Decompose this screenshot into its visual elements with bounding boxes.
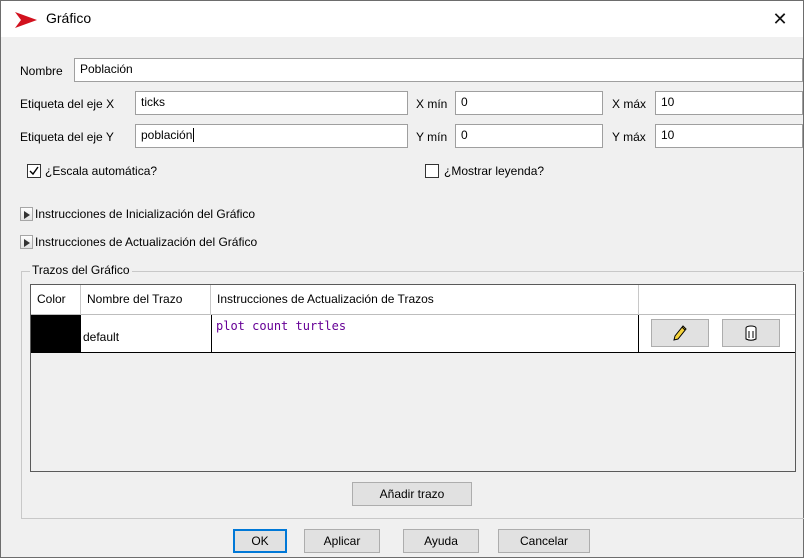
cancel-button[interactable]: Cancelar	[498, 529, 590, 553]
x-max-label: X máx	[612, 97, 647, 111]
x-axis-field[interactable]: ticks	[135, 91, 408, 115]
triangle-right-icon	[24, 211, 30, 219]
y-max-field[interactable]: 10	[655, 124, 803, 148]
x-axis-field-value: ticks	[141, 95, 165, 109]
window-title: Gráfico	[46, 10, 92, 26]
code-argument: turtles	[295, 319, 347, 333]
name-field[interactable]: Población	[74, 58, 803, 82]
pen-update-code[interactable]: plot count turtles	[211, 315, 639, 353]
pens-table: Color Nombre del Trazo Instrucciones de …	[30, 284, 796, 472]
edit-pen-button[interactable]	[651, 319, 709, 347]
checkmark-icon	[29, 166, 39, 176]
update-expander-button[interactable]	[20, 235, 33, 249]
y-axis-field[interactable]: población	[135, 124, 408, 148]
x-min-field-value: 0	[461, 95, 468, 109]
netlogo-arrow-icon	[15, 12, 37, 28]
y-min-field[interactable]: 0	[455, 124, 603, 148]
triangle-right-icon	[24, 239, 30, 247]
setup-expander-button[interactable]	[20, 207, 33, 221]
show-legend-label: ¿Mostrar leyenda?	[444, 164, 545, 178]
table-row[interactable]: default plot count turtles	[31, 315, 795, 353]
setup-commands-label[interactable]: Instrucciones de Inicialización del Gráf…	[35, 207, 255, 221]
update-commands-label[interactable]: Instrucciones de Actualización del Gráfi…	[35, 235, 257, 249]
pens-group-label: Trazos del Gráfico	[30, 263, 132, 277]
x-max-field[interactable]: 10	[655, 91, 803, 115]
show-legend-checkbox[interactable]	[425, 164, 439, 178]
apply-button[interactable]: Aplicar	[304, 529, 380, 553]
column-header-update-commands: Instrucciones de Actualización de Trazos	[211, 285, 639, 315]
x-axis-label: Etiqueta del eje X	[20, 97, 115, 111]
column-header-pen-name: Nombre del Trazo	[81, 285, 211, 315]
pen-color-swatch[interactable]	[31, 315, 81, 353]
pen-name-cell[interactable]: default	[81, 315, 211, 353]
table-header: Color Nombre del Trazo Instrucciones de …	[31, 285, 795, 315]
trash-icon	[745, 325, 757, 341]
x-max-field-value: 10	[661, 95, 675, 109]
column-header-color: Color	[31, 285, 81, 315]
autoscale-label: ¿Escala automática?	[45, 164, 158, 178]
pencil-icon	[673, 325, 687, 341]
name-label: Nombre	[20, 64, 63, 78]
code-keyword-count: count	[252, 319, 289, 333]
plot-dialog: Gráfico ✕ Nombre Población Etiqueta del …	[0, 0, 804, 558]
delete-pen-button[interactable]	[722, 319, 780, 347]
code-keyword-plot: plot	[216, 319, 245, 333]
column-header-actions	[639, 285, 795, 315]
ok-button[interactable]: OK	[233, 529, 287, 553]
close-icon: ✕	[772, 8, 788, 29]
autoscale-checkbox[interactable]	[27, 164, 41, 178]
pen-actions-cell	[639, 315, 795, 353]
y-min-field-value: 0	[461, 128, 468, 142]
add-pen-button[interactable]: Añadir trazo	[352, 482, 472, 506]
close-button[interactable]: ✕	[757, 1, 803, 37]
y-max-label: Y máx	[612, 130, 646, 144]
y-axis-field-value: población	[141, 128, 193, 142]
y-max-field-value: 10	[661, 128, 675, 142]
name-field-value: Población	[80, 62, 133, 76]
y-axis-label: Etiqueta del eje Y	[20, 130, 114, 144]
x-min-field[interactable]: 0	[455, 91, 603, 115]
text-cursor	[193, 128, 195, 142]
title-bar: Gráfico ✕	[1, 1, 803, 37]
x-min-label: X mín	[416, 97, 448, 111]
y-min-label: Y mín	[416, 130, 448, 144]
help-button[interactable]: Ayuda	[403, 529, 479, 553]
